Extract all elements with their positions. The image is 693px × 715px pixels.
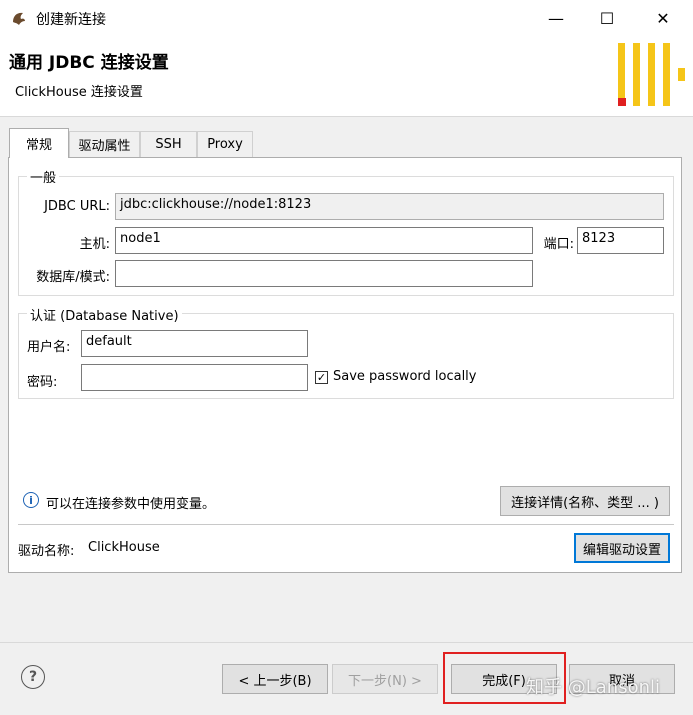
close-button[interactable]: ✕	[640, 0, 686, 36]
driver-name-value: ClickHouse	[88, 540, 160, 555]
logo-bar	[663, 43, 670, 106]
logo-bar	[648, 43, 655, 106]
tab-general[interactable]: 常规	[9, 128, 69, 158]
page-subtitle: ClickHouse 连接设置	[15, 85, 143, 100]
minimize-icon: —	[548, 8, 564, 28]
username-label: 用户名:	[27, 340, 71, 355]
port-label: 端口:	[543, 237, 574, 252]
driver-name-label: 驱动名称:	[18, 544, 75, 559]
port-field[interactable]: 8123	[577, 227, 664, 254]
tab-driver-properties[interactable]: 驱动属性	[69, 131, 140, 157]
logo-bar	[633, 43, 640, 106]
logo-accent	[618, 98, 626, 106]
save-password-checkbox[interactable]: ✓	[315, 371, 328, 384]
auth-group-legend: 认证 (Database Native)	[27, 305, 182, 324]
watermark: 知乎 @Lansonli	[526, 677, 660, 698]
title-bar: 创建新连接 — ☐ ✕	[0, 0, 693, 36]
window-title: 创建新连接	[36, 12, 106, 28]
close-icon: ✕	[656, 8, 670, 28]
username-field[interactable]: default	[81, 330, 308, 357]
password-label: 密码:	[27, 375, 58, 390]
logo-bar	[618, 43, 625, 106]
database-field[interactable]	[115, 260, 533, 287]
tab-proxy[interactable]: Proxy	[197, 131, 253, 157]
host-field[interactable]: node1	[115, 227, 533, 254]
header-banner: 通用 JDBC 连接设置 ClickHouse 连接设置	[0, 36, 693, 117]
password-field[interactable]	[81, 364, 308, 391]
dbeaver-logo-icon	[10, 9, 28, 27]
connection-details-button[interactable]: 连接详情(名称、类型 ... )	[500, 486, 670, 516]
jdbc-url-field[interactable]: jdbc:clickhouse://node1:8123	[115, 193, 664, 220]
general-group-legend: 一般	[27, 167, 60, 186]
info-icon: i	[23, 492, 39, 508]
tab-ssh[interactable]: SSH	[140, 131, 197, 157]
database-label: 数据库/模式:	[36, 270, 110, 285]
divider	[18, 524, 674, 525]
variables-hint: 可以在连接参数中使用变量。	[46, 497, 216, 512]
footer-separator	[0, 642, 693, 643]
maximize-icon: ☐	[599, 8, 615, 28]
next-button[interactable]: 下一步(N) >	[332, 664, 438, 694]
logo-bar	[678, 68, 685, 81]
minimize-button[interactable]: —	[533, 0, 579, 36]
edit-driver-settings-button[interactable]: 编辑驱动设置	[574, 533, 670, 563]
help-icon[interactable]: ?	[21, 665, 45, 689]
host-label: 主机:	[79, 237, 110, 252]
maximize-button[interactable]: ☐	[584, 0, 630, 36]
page-title: 通用 JDBC 连接设置	[9, 53, 169, 73]
back-button[interactable]: < 上一步(B)	[222, 664, 328, 694]
jdbc-url-label: JDBC URL:	[44, 199, 110, 214]
save-password-label: Save password locally	[333, 369, 477, 384]
